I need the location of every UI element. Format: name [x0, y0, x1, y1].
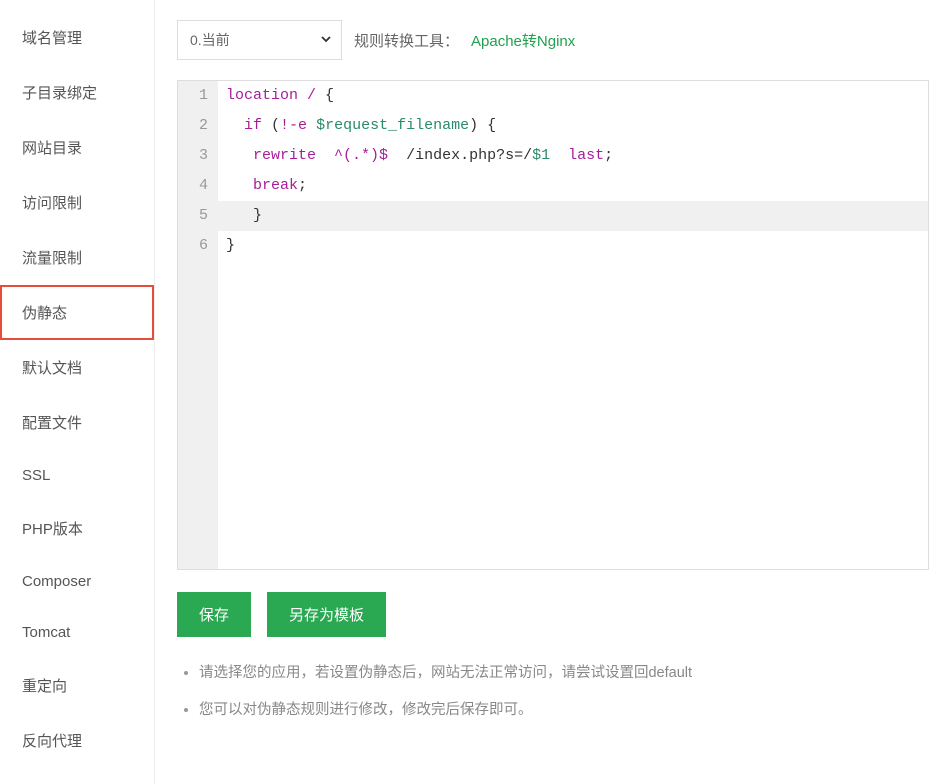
- gutter-line: 6: [178, 231, 218, 261]
- code-token-punc: (: [262, 117, 280, 134]
- code-line[interactable]: rewrite ^(.*)$ /index.php?s=/$1 last;: [218, 141, 928, 171]
- sidebar-item-label: 伪静态: [22, 305, 67, 322]
- sidebar-item-0[interactable]: 域名管理: [0, 10, 154, 65]
- code-token-plain: [550, 147, 568, 164]
- code-token-punc: }: [226, 237, 235, 254]
- code-token-punc: ;: [298, 177, 307, 194]
- template-select[interactable]: 0.当前: [177, 20, 342, 60]
- code-token-op: ^(.*)$: [334, 147, 388, 164]
- sidebar-item-label: 访问限制: [22, 195, 82, 212]
- button-row: 保存 另存为模板: [177, 592, 929, 637]
- sidebar-item-label: 网站目录: [22, 140, 82, 157]
- apache-to-nginx-link[interactable]: Apache转Nginx: [471, 30, 575, 51]
- code-token-keyword: last: [568, 147, 604, 164]
- code-token-var: $1: [532, 147, 550, 164]
- sidebar-item-label: 流量限制: [22, 250, 82, 267]
- sidebar-item-label: SSL: [22, 467, 50, 484]
- template-select-wrap: 0.当前: [177, 20, 342, 60]
- code-line[interactable]: if (!-e $request_filename) {: [218, 111, 928, 141]
- sidebar-item-11[interactable]: Tomcat: [0, 607, 154, 658]
- sidebar-item-label: 反向代理: [22, 733, 82, 750]
- code-line[interactable]: }: [218, 231, 928, 261]
- sidebar-item-10[interactable]: Composer: [0, 556, 154, 607]
- help-list: 请选择您的应用，若设置伪静态后，网站无法正常访问，请尝试设置回default 您可…: [177, 662, 929, 722]
- sidebar-item-7[interactable]: 配置文件: [0, 395, 154, 450]
- sidebar-item-3[interactable]: 访问限制: [0, 175, 154, 230]
- sidebar-item-label: 重定向: [22, 678, 67, 695]
- gutter-line: 2: [178, 111, 218, 141]
- sidebar-item-5[interactable]: 伪静态: [0, 285, 154, 340]
- sidebar-item-label: 域名管理: [22, 30, 82, 47]
- sidebar-item-label: Composer: [22, 573, 91, 590]
- gutter-line: 5: [178, 201, 218, 231]
- help-item-text: 请选择您的应用，若设置伪静态后，网站无法正常访问，请尝试设置回default: [199, 665, 692, 681]
- top-row: 0.当前 规则转换工具： Apache转Nginx: [177, 20, 929, 60]
- sidebar-item-13[interactable]: 反向代理: [0, 713, 154, 768]
- code-token-plain: [298, 87, 307, 104]
- sidebar-item-6[interactable]: 默认文档: [0, 340, 154, 395]
- sidebar-item-4[interactable]: 流量限制: [0, 230, 154, 285]
- sidebar-item-12[interactable]: 重定向: [0, 658, 154, 713]
- code-token-plain: [307, 117, 316, 134]
- code-token-plain: [226, 117, 244, 134]
- sidebar-item-label: Tomcat: [22, 624, 70, 641]
- gutter-line: 4: [178, 171, 218, 201]
- code-token-punc: {: [316, 87, 334, 104]
- sidebar: 域名管理子目录绑定网站目录访问限制流量限制伪静态默认文档配置文件 SSL PHP版本…: [0, 0, 155, 784]
- help-item-1: 您可以对伪静态规则进行修改，修改完后保存即可。: [199, 699, 929, 722]
- save-button[interactable]: 保存: [177, 592, 251, 637]
- gutter-line: 1: [178, 81, 218, 111]
- main-content: 0.当前 规则转换工具： Apache转Nginx 123456 locatio…: [155, 0, 949, 784]
- gutter-line: 3: [178, 141, 218, 171]
- code-line[interactable]: break;: [218, 171, 928, 201]
- code-token-var: $request_filename: [316, 117, 469, 134]
- code-token-op: /: [307, 87, 316, 104]
- sidebar-item-9[interactable]: PHP版本: [0, 501, 154, 556]
- code-token-plain: [226, 177, 253, 194]
- code-token-punc: ;: [604, 147, 613, 164]
- sidebar-item-label: 默认文档: [22, 360, 82, 377]
- code-token-plain: [316, 147, 334, 164]
- sidebar-item-1[interactable]: 子目录绑定: [0, 65, 154, 120]
- sidebar-item-2[interactable]: 网站目录: [0, 120, 154, 175]
- code-editor[interactable]: 123456 location / { if (!-e $request_fil…: [177, 80, 929, 570]
- code-token-keyword: break: [253, 177, 298, 194]
- code-token-keyword: if: [244, 117, 262, 134]
- code-area[interactable]: location / { if (!-e $request_filename) …: [218, 81, 928, 569]
- code-token-punc: }: [226, 207, 262, 224]
- code-token-punc: ) {: [469, 117, 496, 134]
- code-gutter: 123456: [178, 81, 218, 569]
- help-item-0: 请选择您的应用，若设置伪静态后，网站无法正常访问，请尝试设置回default: [199, 662, 929, 685]
- code-token-keyword: rewrite: [253, 147, 316, 164]
- conversion-tool-label: 规则转换工具：: [354, 30, 459, 51]
- sidebar-item-label: 配置文件: [22, 415, 82, 432]
- code-token-plain: /index.php?s=/: [388, 147, 532, 164]
- sidebar-item-label: PHP版本: [22, 521, 83, 538]
- code-line[interactable]: location / {: [218, 81, 928, 111]
- sidebar-item-label: 子目录绑定: [22, 85, 97, 102]
- save-as-template-button[interactable]: 另存为模板: [267, 592, 386, 637]
- sidebar-item-8[interactable]: SSL: [0, 450, 154, 501]
- code-token-op: !-e: [280, 117, 307, 134]
- code-token-plain: [226, 147, 253, 164]
- code-line[interactable]: }: [218, 201, 928, 231]
- help-item-text: 您可以对伪静态规则进行修改，修改完后保存即可。: [199, 702, 533, 718]
- code-token-keyword: location: [226, 87, 298, 104]
